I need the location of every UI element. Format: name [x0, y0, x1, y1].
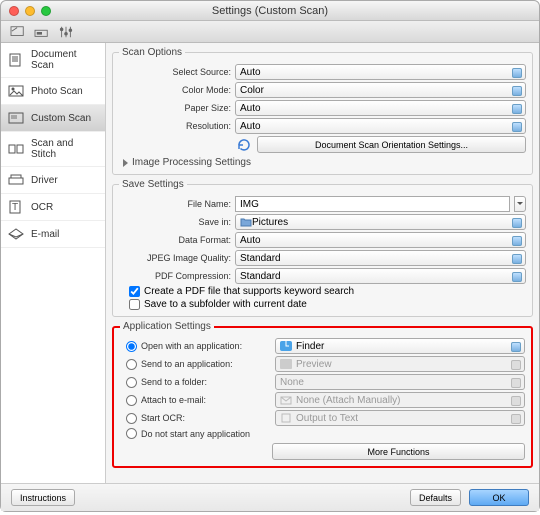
scan-from-panel-icon[interactable]	[33, 25, 51, 39]
file-name-input[interactable]: IMG	[235, 196, 510, 212]
do-not-start-label: Do not start any application	[141, 429, 250, 439]
do-not-start-radio[interactable]	[126, 428, 137, 439]
zoom-icon[interactable]	[41, 6, 51, 16]
preferences-icon[interactable]	[57, 25, 75, 39]
pdf-keyword-checkbox[interactable]: Create a PDF file that supports keyword …	[129, 286, 526, 297]
pdf-compression-dropdown[interactable]: Standard	[235, 268, 526, 284]
defaults-button[interactable]: Defaults	[410, 489, 461, 506]
save-settings-legend: Save Settings	[119, 179, 187, 190]
sidebar-item-custom-scan[interactable]: Custom Scan	[1, 105, 105, 132]
document-icon	[7, 53, 25, 67]
select-source-dropdown[interactable]: Auto	[235, 64, 526, 80]
sidebar-item-label: Scan and Stitch	[31, 138, 99, 160]
sidebar: Document Scan Photo Scan Custom Scan Sca…	[1, 43, 106, 483]
photo-icon	[7, 84, 25, 98]
send-to-app-dropdown[interactable]: Preview	[275, 356, 525, 372]
sidebar-item-scan-stitch[interactable]: Scan and Stitch	[1, 132, 105, 167]
attach-email-radio[interactable]	[126, 395, 137, 406]
disclosure-triangle-icon	[123, 159, 128, 167]
open-with-label: Open with an application:	[141, 341, 271, 351]
sidebar-item-label: E-mail	[31, 229, 59, 240]
resolution-label: Resolution:	[119, 121, 231, 131]
send-to-folder-dropdown[interactable]: None	[275, 374, 525, 390]
more-functions-button[interactable]: More Functions	[272, 443, 525, 460]
send-to-folder-radio[interactable]	[126, 377, 137, 388]
subfolder-checkbox[interactable]: Save to a subfolder with current date	[129, 299, 526, 310]
orientation-settings-button[interactable]: Document Scan Orientation Settings...	[257, 136, 526, 153]
start-ocr-dropdown[interactable]: Output to Text	[275, 410, 525, 426]
resolution-dropdown[interactable]: Auto	[235, 118, 526, 134]
pdf-compression-label: PDF Compression:	[119, 271, 231, 281]
send-to-app-radio[interactable]	[126, 359, 137, 370]
ocr-icon: T	[7, 200, 25, 214]
ok-button[interactable]: OK	[469, 489, 529, 506]
close-icon[interactable]	[9, 6, 19, 16]
file-name-label: File Name:	[119, 199, 231, 209]
content-pane: Scan Options Select Source: Auto Color Mo…	[106, 43, 539, 483]
send-to-folder-label: Send to a folder:	[141, 377, 271, 387]
sidebar-item-photo-scan[interactable]: Photo Scan	[1, 78, 105, 105]
paper-size-dropdown[interactable]: Auto	[235, 100, 526, 116]
text-icon	[280, 413, 292, 423]
sidebar-item-document-scan[interactable]: Document Scan	[1, 43, 105, 78]
preview-icon	[280, 359, 292, 369]
minimize-icon[interactable]	[25, 6, 35, 16]
sidebar-item-ocr[interactable]: T OCR	[1, 194, 105, 221]
scan-options-group: Scan Options Select Source: Auto Color Mo…	[112, 47, 533, 175]
finder-icon	[280, 341, 292, 351]
start-ocr-label: Start OCR:	[141, 413, 271, 423]
jpeg-quality-dropdown[interactable]: Standard	[235, 250, 526, 266]
window-title: Settings (Custom Scan)	[1, 5, 539, 17]
instructions-button[interactable]: Instructions	[11, 489, 75, 506]
stitch-icon	[7, 142, 25, 156]
data-format-label: Data Format:	[119, 235, 231, 245]
window-controls	[9, 6, 51, 16]
mail-icon	[280, 395, 292, 405]
application-settings-group: Application Settings Open with an applic…	[112, 321, 533, 468]
sidebar-item-label: OCR	[31, 202, 53, 213]
jpeg-quality-label: JPEG Image Quality:	[119, 253, 231, 263]
driver-icon	[7, 173, 25, 187]
scan-from-computer-icon[interactable]	[9, 25, 27, 39]
sidebar-item-email[interactable]: E-mail	[1, 221, 105, 248]
reset-icon[interactable]	[235, 138, 253, 152]
custom-icon	[7, 111, 25, 125]
attach-email-dropdown[interactable]: None (Attach Manually)	[275, 392, 525, 408]
toolbar	[1, 21, 539, 43]
scan-options-legend: Scan Options	[119, 47, 185, 58]
paper-size-label: Paper Size:	[119, 103, 231, 113]
save-in-label: Save in:	[119, 217, 231, 227]
send-to-app-label: Send to an application:	[141, 359, 271, 369]
chevron-down-icon	[517, 202, 523, 206]
folder-icon	[240, 217, 252, 227]
save-in-dropdown[interactable]: Pictures	[235, 214, 526, 230]
data-format-dropdown[interactable]: Auto	[235, 232, 526, 248]
image-processing-disclosure[interactable]: Image Processing Settings	[123, 157, 526, 168]
svg-text:T: T	[12, 202, 18, 213]
save-settings-group: Save Settings File Name: IMG Save in: Pict…	[112, 179, 533, 317]
titlebar: Settings (Custom Scan)	[1, 1, 539, 21]
sidebar-item-label: Custom Scan	[31, 113, 91, 124]
email-icon	[7, 227, 25, 241]
sidebar-item-label: Document Scan	[31, 49, 99, 71]
color-mode-dropdown[interactable]: Color	[235, 82, 526, 98]
color-mode-label: Color Mode:	[119, 85, 231, 95]
open-with-dropdown[interactable]: Finder	[275, 338, 525, 354]
start-ocr-radio[interactable]	[126, 413, 137, 424]
attach-email-label: Attach to e-mail:	[141, 395, 271, 405]
sidebar-item-label: Driver	[31, 175, 58, 186]
sidebar-item-driver[interactable]: Driver	[1, 167, 105, 194]
settings-window: Settings (Custom Scan) Document Scan Pho…	[0, 0, 540, 512]
open-with-radio[interactable]	[126, 341, 137, 352]
file-name-history-button[interactable]	[514, 196, 526, 212]
select-source-label: Select Source:	[119, 67, 231, 77]
footer: Instructions Defaults OK	[1, 483, 539, 511]
sidebar-item-label: Photo Scan	[31, 86, 83, 97]
application-settings-legend: Application Settings	[120, 321, 214, 332]
